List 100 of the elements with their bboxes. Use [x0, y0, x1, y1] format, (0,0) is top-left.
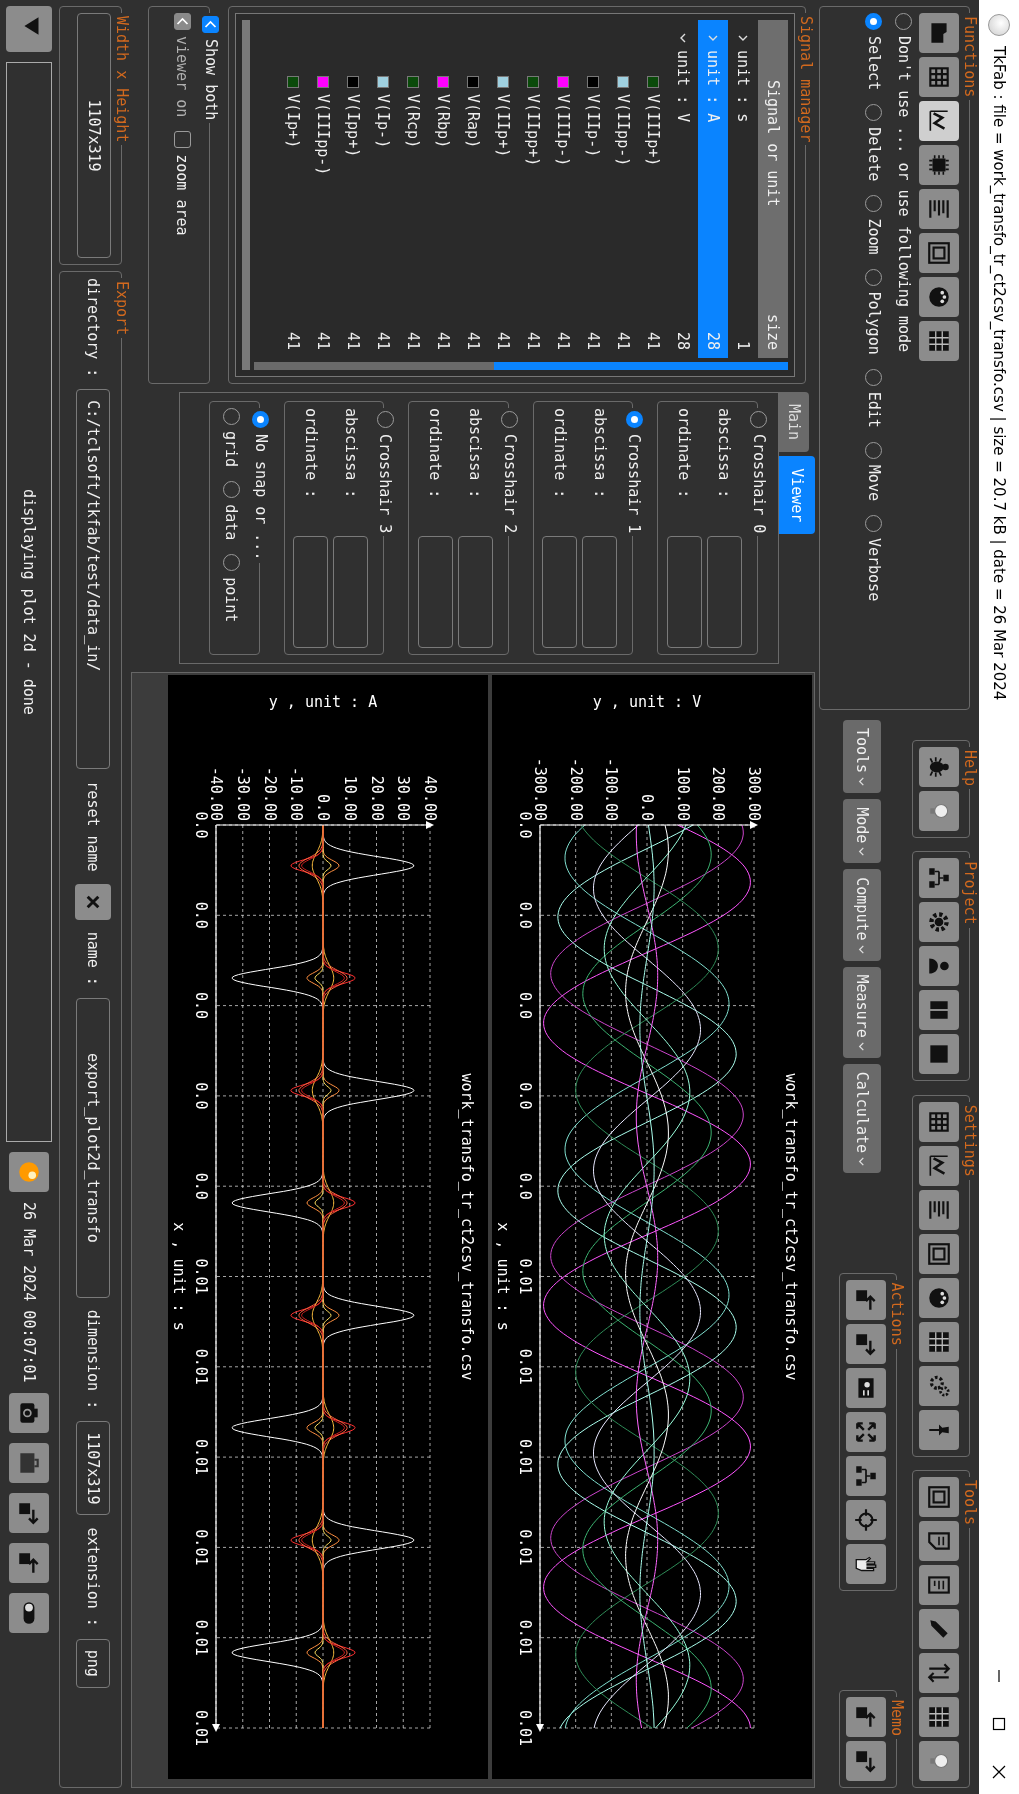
chart-icon[interactable] — [919, 1145, 959, 1186]
table-icon[interactable] — [919, 1321, 959, 1362]
lightbulb-icon[interactable] — [919, 1741, 959, 1781]
ordinate-field[interactable] — [667, 536, 702, 648]
menu-button[interactable]: Measure — [843, 966, 881, 1058]
square-icon[interactable] — [919, 1034, 959, 1075]
chart-icon[interactable] — [919, 101, 959, 141]
tree-row[interactable]: V(Rbp) 41 — [428, 20, 458, 358]
frame-icon[interactable] — [919, 233, 959, 273]
tree-row[interactable]: V(Rcp) 41 — [398, 20, 428, 358]
gears-icon[interactable] — [919, 1365, 959, 1406]
snap-radio[interactable]: data — [222, 481, 241, 541]
expand-icon[interactable] — [846, 1411, 886, 1452]
snap-radio[interactable]: grid — [222, 408, 241, 468]
hierarchy-icon[interactable] — [846, 1455, 886, 1496]
close-icon[interactable] — [991, 1764, 1007, 1780]
ordinate-field[interactable] — [418, 536, 453, 648]
tree-row[interactable]: V(IIp-) 41 — [578, 20, 608, 358]
crosshair-icon[interactable] — [846, 1499, 886, 1540]
checkbox[interactable]: Show both — [202, 16, 220, 121]
frame-icon[interactable] — [919, 1477, 959, 1517]
dropdown-button[interactable] — [6, 6, 53, 52]
tree-row[interactable]: V(Ip-) 41 — [368, 20, 398, 358]
mode-radio[interactable]: Move — [865, 441, 883, 501]
bug-icon[interactable] — [919, 747, 959, 787]
list-icon[interactable] — [919, 1189, 959, 1230]
tree-row[interactable]: V(Ip+) 41 — [278, 20, 308, 358]
tree-row[interactable]: V(IIp+) 41 — [488, 20, 518, 358]
snap-radio[interactable]: point — [222, 554, 241, 623]
scrollbar[interactable] — [242, 20, 250, 370]
ordinate-field[interactable] — [542, 536, 578, 648]
crosshair-radio[interactable]: Crosshair 2 — [501, 411, 519, 534]
chip-icon[interactable] — [919, 145, 959, 185]
tab[interactable]: Main — [779, 392, 809, 453]
import-icon[interactable] — [846, 1697, 886, 1737]
extension-field[interactable]: png — [76, 1638, 110, 1688]
abscissa-field[interactable] — [707, 536, 742, 648]
grid-icon[interactable] — [919, 57, 959, 97]
document-icon[interactable] — [919, 1565, 959, 1605]
abscissa-field[interactable] — [333, 536, 369, 648]
camera-icon[interactable] — [9, 1392, 50, 1433]
mode-radio[interactable]: Verbose — [865, 514, 883, 602]
menu-button[interactable]: Tools — [843, 720, 881, 794]
frame-icon[interactable] — [919, 1233, 959, 1274]
directory-field[interactable]: C:/tclsoft/tkfab/test/data_in/ — [76, 389, 110, 770]
briefcase-icon[interactable] — [9, 1442, 50, 1483]
snap-radio[interactable]: No snap or ... — [252, 411, 270, 561]
abscissa-field[interactable] — [458, 536, 493, 648]
name-field[interactable]: export_plot2d_transfo — [76, 997, 110, 1298]
ordinate-field[interactable] — [293, 536, 329, 648]
list-icon[interactable] — [919, 189, 959, 229]
folder-icon[interactable] — [919, 13, 959, 53]
tree-row[interactable]: V(IIpp+) 41 — [518, 20, 548, 358]
tree-row[interactable]: V(Rap) 41 — [458, 20, 488, 358]
tree-row[interactable]: V(Ipp+) 41 — [338, 20, 368, 358]
menu-button[interactable]: Mode — [843, 799, 881, 864]
pin-icon[interactable] — [919, 1409, 959, 1450]
maximize-icon[interactable] — [991, 1716, 1007, 1732]
scrollbar[interactable] — [254, 362, 788, 370]
table-icon[interactable] — [919, 1697, 959, 1737]
toggle-icon[interactable] — [9, 1592, 50, 1633]
palette-icon[interactable] — [919, 277, 959, 317]
palette-icon[interactable] — [919, 1277, 959, 1318]
size-field[interactable]: 1107x319 — [77, 13, 111, 258]
menu-button[interactable]: Compute — [843, 869, 881, 961]
note-icon[interactable] — [919, 1521, 959, 1561]
mode-radio[interactable]: Zoom — [865, 195, 883, 255]
crosshair-radio[interactable]: Crosshair 3 — [376, 411, 395, 534]
tree-row[interactable]: V(IIpp-) 41 — [608, 20, 638, 358]
mode-radio[interactable]: Polygon — [865, 268, 883, 355]
id-card-icon[interactable] — [846, 1367, 886, 1408]
tree-row[interactable]: V(IIIpp-) 41 — [308, 20, 338, 358]
person-icon[interactable] — [919, 946, 959, 987]
export-icon[interactable] — [9, 1492, 50, 1533]
crosshair-radio[interactable]: Crosshair 1 — [625, 411, 644, 534]
mode-radio[interactable]: Select — [865, 13, 883, 91]
gear-icon[interactable] — [919, 902, 959, 943]
up-down-arrows-icon[interactable] — [919, 1653, 959, 1693]
dimension-field[interactable]: 1107x319 — [76, 1421, 110, 1516]
checkbox[interactable]: zoom area — [173, 131, 192, 236]
tree-row[interactable]: V(IIIp-) 41 — [548, 20, 578, 358]
abscissa-field[interactable] — [582, 536, 618, 648]
menu-button[interactable]: Calculate — [843, 1063, 881, 1173]
tree-row[interactable]: unit : V 28 — [668, 20, 698, 358]
tree-row[interactable]: unit : s 1 — [728, 20, 758, 358]
export-icon[interactable] — [846, 1741, 886, 1781]
lightbulb-icon[interactable] — [919, 791, 959, 831]
pencil-icon[interactable] — [919, 1609, 959, 1649]
crosshair-radio[interactable]: Crosshair 0 — [750, 411, 768, 534]
tab[interactable]: Viewer — [779, 456, 815, 535]
reset-button[interactable] — [75, 883, 111, 920]
table-icon[interactable] — [919, 321, 959, 361]
hierarchy-icon[interactable] — [919, 858, 959, 899]
mode-radio[interactable]: Don't use ... or use following mode — [895, 13, 913, 353]
mode-radio[interactable]: Delete — [865, 104, 883, 182]
import-icon[interactable] — [9, 1542, 50, 1583]
import-icon[interactable] — [846, 1279, 886, 1320]
export-icon[interactable] — [846, 1323, 886, 1364]
tree-row[interactable]: V(IIIp+) 41 — [638, 20, 668, 358]
grid-icon[interactable] — [919, 1101, 959, 1142]
